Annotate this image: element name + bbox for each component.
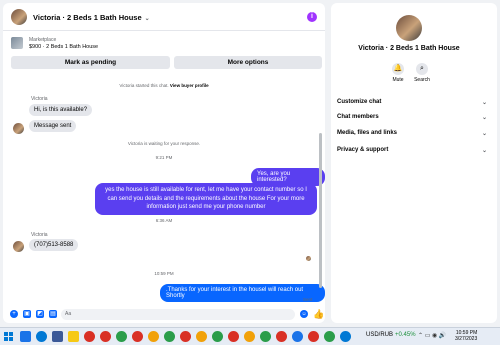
sent-status: Sent [303,297,313,302]
chrome-icon[interactable] [100,331,111,342]
clock[interactable]: 10:59 PM 3/27/2023 [455,330,477,342]
chrome-icon[interactable] [116,331,127,342]
mute-button[interactable]: 🔔 Mute [387,63,409,83]
timestamp: 6:36 AM [155,218,173,223]
side-row-media[interactable]: Media, files and links ⌄ [337,130,487,140]
edge-icon[interactable] [36,331,47,342]
chevron-down-icon: ⌄ [144,16,150,22]
chevron-down-icon: ⌄ [481,100,487,106]
incoming-message: Message sent [29,120,77,132]
task-view-icon[interactable] [20,331,31,342]
side-row-privacy[interactable]: Privacy & support ⌄ [337,147,487,157]
ticker-symbol: USD/RUB [366,332,394,338]
incoming-message: Hi, is this available? [29,104,93,116]
chrome-icon[interactable] [324,331,335,342]
listing-thumbnail [11,37,23,49]
contact-name: Victoria · 2 Beds 1 Bath House [358,45,460,52]
ticker-change: +0.45% [395,332,416,338]
gif-icon[interactable]: ▤ [49,310,57,318]
waiting-notice: Victoria is waiting for your response. [127,141,201,146]
contact-avatar-small [13,123,24,134]
contact-avatar-large[interactable] [396,15,422,41]
chrome-icon[interactable] [164,331,175,342]
plus-icon[interactable]: + [10,310,18,318]
listing-description: $900 · 2 Beds 1 Bath House [29,44,99,50]
chevron-down-icon: ⌄ [481,115,487,121]
chevron-down-icon: ⌄ [481,148,487,154]
side-row-customize[interactable]: Customize chat ⌄ [337,99,487,109]
chat-title[interactable]: Victoria · 2 Beds 1 Bath House ⌄ [33,13,150,22]
more-options-button[interactable]: More options [174,56,322,69]
mute-label: Mute [392,77,404,83]
system-tray[interactable]: ⌃ ▭ ◉ 🔊 [418,332,446,339]
chrome-icon[interactable] [132,331,143,342]
composer: + ▣ ◩ ▤ Aa ☺ 👍 [3,306,325,323]
side-row-members[interactable]: Chat members ⌄ [337,114,487,124]
search-button[interactable]: ⌕ Search [411,63,433,83]
like-icon[interactable]: 👍 [313,309,324,320]
timestamp: 10:59 PM [154,271,174,276]
seen-avatar [306,256,311,261]
chrome-icon[interactable] [148,331,159,342]
chevron-down-icon: ⌄ [481,131,487,137]
clock-date: 3/27/2023 [455,336,478,342]
app-icon[interactable] [52,331,63,342]
chat-started-text: Victoria started this chat. [119,83,169,88]
sender-name: Victoria [31,232,48,238]
sender-name: Victoria [31,96,48,102]
side-row-label: Customize chat [337,99,382,105]
timestamp: 9:21 PM [155,155,173,160]
chrome-icon[interactable] [276,331,287,342]
listing-info[interactable]: Marketplace $900 · 2 Beds 1 Bath House [3,33,325,53]
outgoing-message: .Thanks for your interest in the housel … [160,284,325,302]
scrollbar[interactable] [319,133,322,288]
info-icon[interactable]: i [307,12,317,22]
bell-icon: 🔔 [392,63,404,75]
chrome-icon[interactable] [196,331,207,342]
file-explorer-icon[interactable] [68,331,79,342]
taskbar: USD/RUB +0.45% ⌃ ▭ ◉ 🔊 10:59 PM 3/27/2023 [0,327,500,345]
chrome-icon[interactable] [84,331,95,342]
chat-started-notice: Victoria started this chat. View buyer p… [3,83,325,88]
search-label: Search [414,77,430,83]
chrome-icon[interactable] [292,331,303,342]
view-buyer-profile-link[interactable]: View buyer profile [170,83,209,88]
chrome-icon[interactable] [260,331,271,342]
listing-source: Marketplace [29,37,57,43]
conversation-info-panel: Victoria · 2 Beds 1 Bath House 🔔 Mute ⌕ … [331,3,497,323]
chrome-icon[interactable] [244,331,255,342]
chat-panel: Victoria · 2 Beds 1 Bath House ⌄ i Market… [3,3,325,323]
contact-avatar-small [13,241,24,252]
chat-header: Victoria · 2 Beds 1 Bath House ⌄ i [3,3,325,31]
incoming-message: (707)513-8588 [29,239,79,251]
windows-start-icon[interactable] [4,332,13,341]
side-row-label: Media, files and links [337,130,398,136]
side-row-label: Chat members [337,114,379,120]
emoji-icon[interactable]: ☺ [300,310,308,318]
stock-ticker[interactable]: USD/RUB +0.45% [366,332,416,338]
app-icon[interactable] [340,331,351,342]
contact-avatar[interactable] [11,9,27,25]
side-row-label: Privacy & support [337,147,389,153]
outgoing-message: yes the house is still available for ren… [95,183,317,215]
mark-pending-button[interactable]: Mark as pending [11,56,170,69]
message-input[interactable]: Aa [61,309,295,320]
chrome-icon[interactable] [212,331,223,342]
chrome-icon[interactable] [308,331,319,342]
image-icon[interactable]: ▣ [23,310,31,318]
search-icon: ⌕ [416,63,428,75]
chat-title-text: Victoria · 2 Beds 1 Bath House [33,13,142,22]
sticker-icon[interactable]: ◩ [36,310,44,318]
chrome-icon[interactable] [228,331,239,342]
chrome-icon[interactable] [180,331,191,342]
